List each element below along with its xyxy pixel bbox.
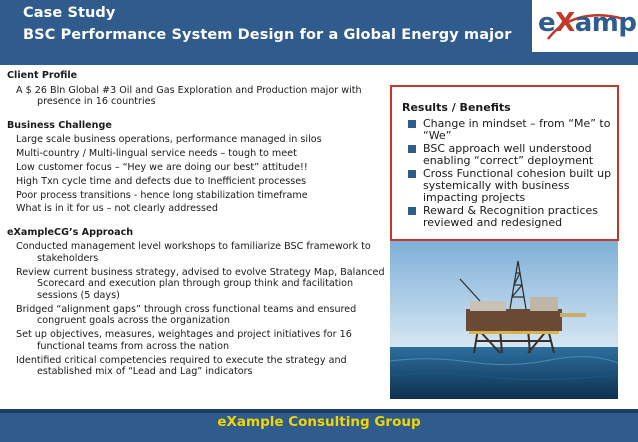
footer-company-name: eXample Consulting Group xyxy=(217,414,421,430)
result-text: Cross Functional cohesion built up syste… xyxy=(423,167,612,204)
page-title: Case Study xyxy=(23,5,116,21)
list-item: Cross Functional cohesion built up syste… xyxy=(402,168,614,203)
square-bullet-icon xyxy=(408,145,416,154)
business-challenge-heading: Business Challenge xyxy=(7,119,112,131)
result-text: Change in mindset – from “Me” to “We” xyxy=(423,117,611,142)
approach-section: eXampleCG’s Approach Conducted managemen… xyxy=(7,227,387,378)
logo-text-x: X xyxy=(555,8,575,38)
list-item: What is in it for us – not clearly addre… xyxy=(16,203,218,215)
list-item: Multi-country / Multi-lingual service ne… xyxy=(16,148,297,160)
offshore-rig-illustration xyxy=(390,241,618,399)
square-bullet-icon xyxy=(408,207,416,216)
list-item: Review current business strategy, advise… xyxy=(16,266,385,302)
client-profile-heading: Client Profile xyxy=(7,70,78,81)
logo-text: eXample xyxy=(538,8,638,38)
square-bullet-icon xyxy=(408,170,416,179)
result-text: BSC approach well understood enabling “c… xyxy=(423,142,594,167)
results-heading: Results / Benefits xyxy=(402,101,511,114)
list-item: Reward & Recognition practices reviewed … xyxy=(402,205,614,228)
business-challenge-section: Business Challenge Large scale business … xyxy=(7,120,387,215)
logo-text-e: e xyxy=(538,8,556,38)
offshore-rig-photo xyxy=(390,241,618,399)
logo-text-ample: ample xyxy=(574,8,638,38)
footer-divider xyxy=(0,409,638,413)
approach-heading: eXampleCG’s Approach xyxy=(7,226,134,238)
square-bullet-icon xyxy=(408,120,416,128)
client-profile-section: Client Profile A $ 26 Bln Global #3 Oil … xyxy=(7,70,387,108)
list-item: A $ 26 Bln Global #3 Oil and Gas Explora… xyxy=(16,84,362,108)
list-item: Conducted management level workshops to … xyxy=(16,241,371,265)
list-item: Set up objectives, measures, weightages … xyxy=(16,329,352,352)
list-item: High Txn cycle time and defects due to I… xyxy=(16,175,307,187)
results-box: Results / Benefits Change in mindset – f… xyxy=(390,85,619,241)
list-item: Change in mindset – from “Me” to “We” xyxy=(402,118,614,141)
result-text: Reward & Recognition practices reviewed … xyxy=(423,204,599,229)
list-item: Identified critical competencies require… xyxy=(16,354,347,378)
list-item: Poor process transitions - hence long st… xyxy=(16,189,308,201)
list-item: Low customer focus – “Hey we are doing o… xyxy=(16,161,308,173)
list-item: BSC approach well understood enabling “c… xyxy=(402,143,614,166)
page-subtitle: BSC Performance System Design for a Glob… xyxy=(23,27,512,43)
list-item: Bridged “alignment gaps” through cross f… xyxy=(16,303,357,327)
main-content: Client Profile A $ 26 Bln Global #3 Oil … xyxy=(7,70,387,386)
company-logo: eXample xyxy=(532,0,638,52)
list-item: Large scale business operations, perform… xyxy=(16,134,322,146)
results-list: Change in mindset – from “Me” to “We” BS… xyxy=(402,118,614,230)
